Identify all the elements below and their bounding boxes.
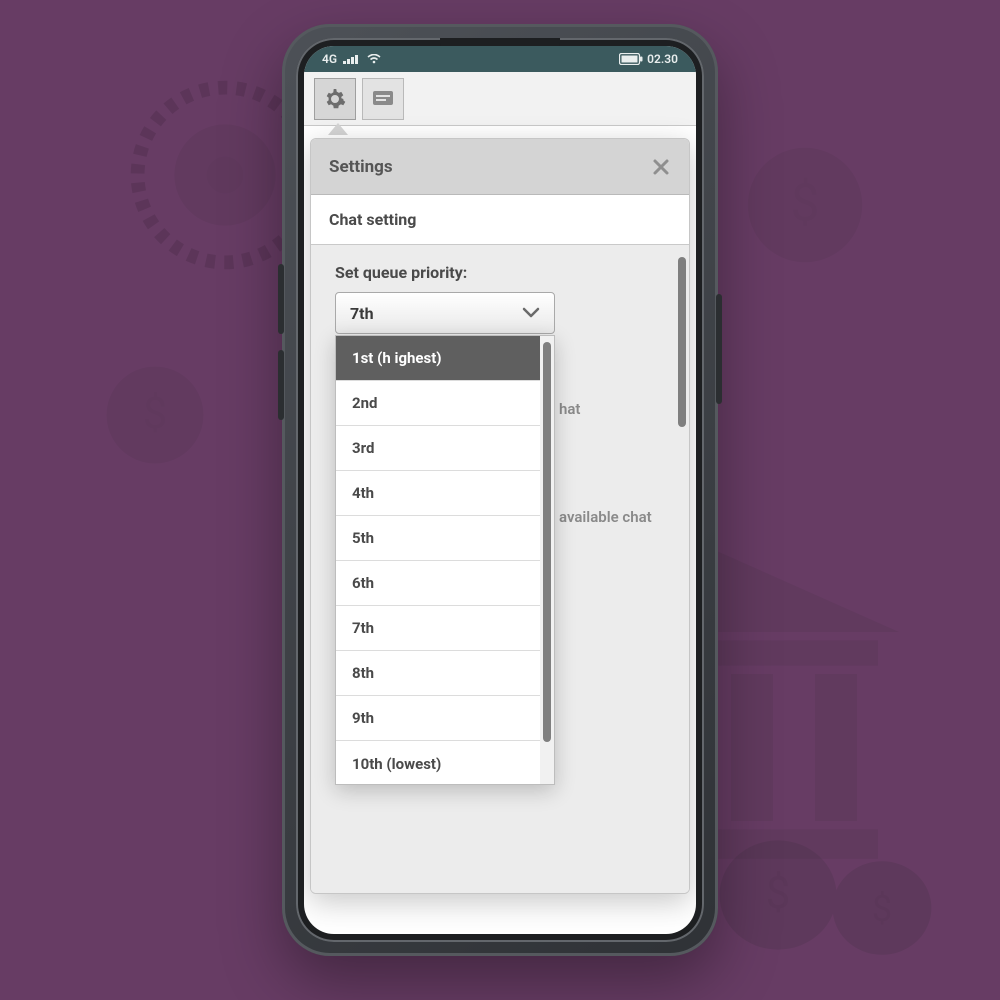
queue-priority-select[interactable]: 7th [335,292,555,334]
signal-icon [343,54,361,64]
queue-priority-label: Set queue priority: [335,263,665,282]
chevron-down-icon [522,307,540,319]
bg-moneybags-deco: $ $ [700,700,960,960]
screen: 4G [304,46,696,934]
bg-coin-deco: $ [100,360,210,470]
panel-title: Settings [329,157,393,177]
active-tab-pointer [328,123,348,135]
network-label: 4G [322,52,337,66]
settings-panel: Settings Chat setting Set queue priority… [310,138,690,894]
dropdown-option[interactable]: 5th [336,516,540,561]
panel-subtitle-row: Chat setting [311,195,689,245]
battery-icon [619,53,643,65]
dropdown-option[interactable]: 3rd [336,426,540,471]
gear-icon [323,87,347,111]
settings-tab-button[interactable] [314,78,356,120]
bg-dollar-deco: $ [740,140,870,270]
svg-text:$: $ [143,387,168,439]
dropdown-option[interactable]: 4th [336,471,540,516]
power-button [716,294,722,404]
bg-option-text-2: available chat [559,508,652,526]
clock-label: 02.30 [647,52,678,66]
queue-priority-dropdown: 1st (h ighest)2nd3rd4th5th6th7th8th9th10… [335,335,555,785]
wifi-icon [367,54,381,64]
dropdown-option[interactable]: 2nd [336,381,540,426]
dropdown-list: 1st (h ighest)2nd3rd4th5th6th7th8th9th10… [336,336,540,784]
close-icon[interactable] [651,157,671,177]
dropdown-option[interactable]: 10th (lowest) [336,741,540,784]
svg-text:$: $ [790,173,819,234]
toolbar [304,72,696,126]
chat-tab-button[interactable] [362,78,404,120]
panel-scrollbar[interactable] [678,257,686,427]
dropdown-option[interactable]: 7th [336,606,540,651]
status-bar: 4G [304,46,696,72]
dropdown-scrollbar-thumb[interactable] [543,342,551,742]
panel-header: Settings [311,139,689,195]
volume-down-button [278,350,284,420]
select-value: 7th [350,304,374,323]
chat-icon [371,89,395,109]
panel-body: Set queue priority: 7th hat available ch… [311,245,689,893]
volume-up-button [278,264,284,334]
dropdown-option[interactable]: 1st (h ighest) [336,336,540,381]
svg-text:$: $ [766,867,791,919]
panel-subtitle: Chat setting [329,210,416,229]
svg-text:$: $ [872,887,892,930]
dropdown-option[interactable]: 9th [336,696,540,741]
phone-frame: 4G [282,24,718,956]
dropdown-option[interactable]: 8th [336,651,540,696]
dropdown-option[interactable]: 6th [336,561,540,606]
bg-option-text-1: hat [559,400,580,418]
dropdown-scrollbar-track[interactable] [540,336,554,784]
